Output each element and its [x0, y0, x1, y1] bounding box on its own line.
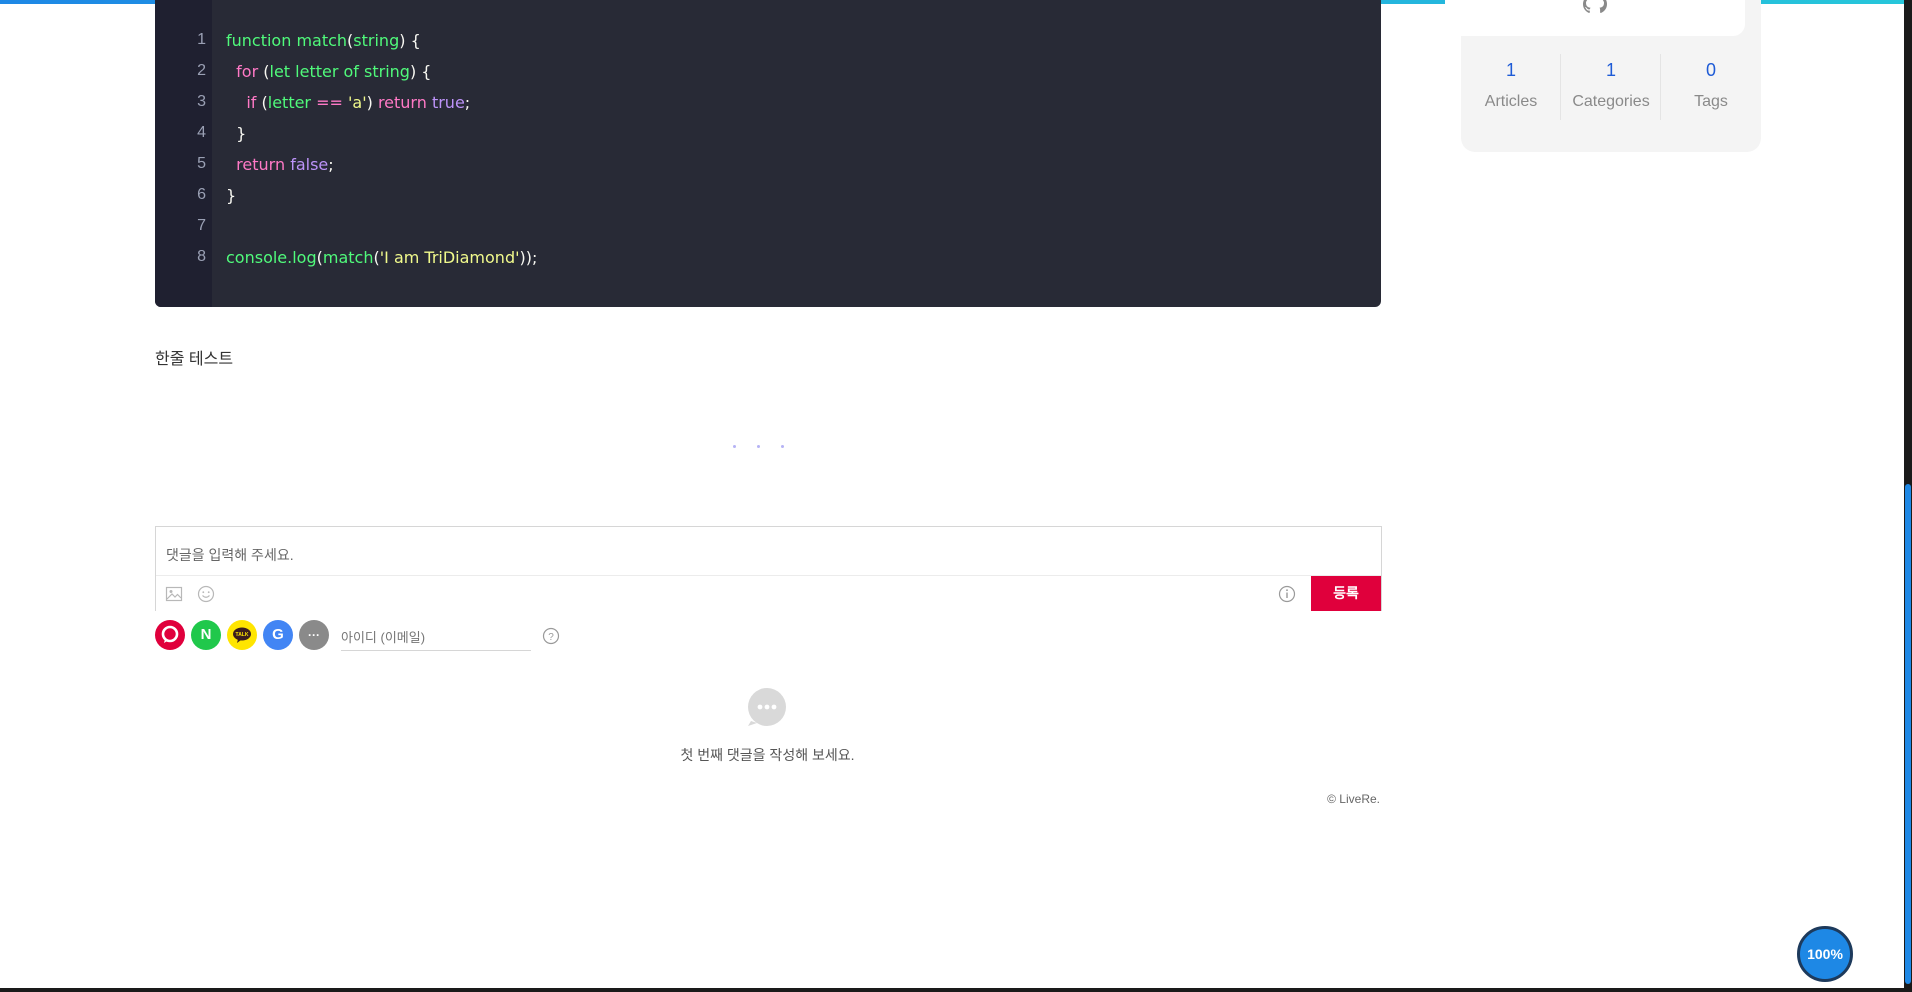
help-label: ? [548, 632, 554, 643]
code-token: } [226, 124, 247, 143]
code-token: function match [226, 31, 348, 50]
comment-input[interactable]: 댓글을 입력해 주세요. [166, 545, 294, 565]
code-line: for (let letter of string) { [226, 62, 431, 81]
loading-dot [733, 445, 736, 448]
livere-login-button[interactable] [155, 620, 185, 650]
code-token: } [226, 186, 237, 205]
code-token: ) { [409, 62, 432, 81]
comment-box: 댓글을 입력해 주세요. 등록 [155, 526, 1382, 611]
code-token: return [236, 155, 286, 174]
info-icon[interactable] [1278, 585, 1296, 603]
code-gutter: 1 2 3 4 5 6 7 8 [155, 0, 212, 307]
code-block: 12345678 function match(string) { for (l… [155, 0, 1381, 307]
code-token: ; [328, 155, 334, 174]
google-login-button[interactable]: G [263, 620, 293, 650]
code-token: 'a' [348, 93, 367, 112]
code-token: ) { [399, 31, 421, 50]
stat-categories-label: Categories [1572, 93, 1650, 110]
livere-icon [161, 625, 179, 643]
bottom-border [0, 988, 1912, 992]
code-line: function match(string) { [226, 31, 421, 50]
line-number: 1 [197, 31, 206, 48]
image-icon[interactable] [165, 585, 183, 603]
stat-articles-label: Articles [1484, 93, 1538, 110]
code-token: string [353, 31, 400, 50]
code-line: console.log(match('I am TriDiamond')); [226, 248, 537, 267]
livere-copyright[interactable]: © LiveRe. [1200, 792, 1380, 806]
post-text: 한줄 테스트 [155, 351, 234, 368]
code-line: if (letter == 'a') return true; [226, 93, 470, 112]
profile-inner-card [1445, 0, 1745, 36]
line-number: 8 [197, 248, 206, 265]
emoji-icon[interactable] [197, 585, 215, 603]
stat-categories[interactable]: 1 Categories [1561, 60, 1661, 111]
empty-comments-message: 첫 번째 댓글을 작성해 보세요. [680, 747, 855, 763]
code-token: == [316, 93, 343, 112]
code-token: return [377, 93, 427, 112]
stat-categories-count: 1 [1605, 60, 1616, 80]
scrollbar-thumb[interactable] [1905, 484, 1911, 984]
stat-tags[interactable]: 0 Tags [1661, 60, 1761, 111]
profile-stats-card: 1 Articles 1 Categories 0 Tags [1445, 0, 1761, 152]
loading-dot [757, 445, 760, 448]
kakao-login-button[interactable]: TALK [227, 620, 257, 650]
line-number: 4 [197, 124, 206, 141]
more-login-button[interactable]: ··· [299, 620, 329, 650]
page-scrollbar[interactable] [1904, 0, 1912, 992]
stat-tags-count: 0 [1705, 60, 1716, 80]
code-token: if [246, 93, 257, 112]
submit-comment-button[interactable]: 등록 [1311, 576, 1381, 611]
help-icon[interactable]: ? [542, 627, 560, 645]
code-line: } [226, 124, 246, 143]
kakao-label: TALK [236, 632, 249, 638]
line-number: 3 [197, 93, 206, 110]
stat-articles-count: 1 [1505, 60, 1516, 80]
code-line: return false; [226, 155, 334, 174]
code-token: )); [519, 248, 538, 267]
loading-dot [781, 445, 784, 448]
code-token: ) [366, 93, 378, 112]
comment-bubble-icon [747, 687, 787, 727]
code-line: } [226, 186, 236, 205]
code-token: match [322, 248, 374, 267]
line-number: 5 [197, 155, 206, 172]
code-token: letter [267, 93, 317, 112]
github-icon[interactable] [1580, 0, 1610, 20]
code-token: true [431, 93, 465, 112]
loading-indicator [733, 435, 805, 453]
comment-toolbar: 등록 [156, 575, 1381, 611]
code-token: for [236, 62, 259, 81]
id-email-input[interactable] [341, 624, 531, 651]
code-token: ( [256, 93, 268, 112]
stat-articles[interactable]: 1 Articles [1461, 60, 1561, 111]
line-number: 6 [197, 186, 206, 203]
code-token: let letter of string [269, 62, 410, 81]
code-token: 'I am TriDiamond' [379, 248, 520, 267]
code-token: console.log [226, 248, 317, 267]
line-number: 2 [197, 62, 206, 79]
code-token: ; [464, 93, 471, 112]
code-token: ( [258, 62, 270, 81]
stat-tags-label: Tags [1694, 93, 1728, 110]
code-token: false [290, 155, 329, 174]
line-number: 7 [197, 217, 206, 234]
kakao-icon: TALK [233, 627, 251, 643]
naver-login-button[interactable]: N [191, 620, 221, 650]
scroll-progress-button[interactable]: 100% [1797, 926, 1853, 982]
